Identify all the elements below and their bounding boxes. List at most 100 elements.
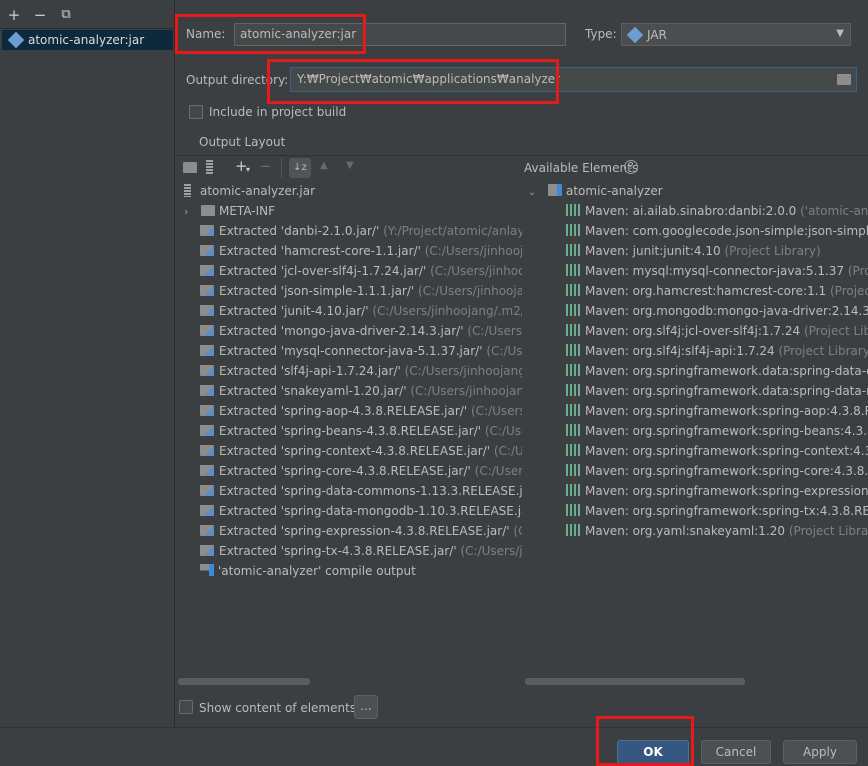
- layout-extracted-item[interactable]: Extracted 'spring-beans-4.3.8.RELEASE.ja…: [200, 421, 522, 441]
- artifact-item[interactable]: atomic-analyzer:jar: [2, 30, 173, 50]
- help-icon[interactable]: ?: [624, 160, 638, 174]
- extracted-archive-icon: [200, 445, 214, 456]
- extracted-item-label: Extracted 'slf4j-api-1.7.24.jar/': [219, 364, 401, 378]
- layout-extracted-item[interactable]: Extracted 'mongo-java-driver-2.14.3.jar/…: [200, 321, 522, 341]
- chevron-down-icon[interactable]: ⌄: [528, 183, 548, 201]
- available-library-item[interactable]: Maven: org.springframework.data:spring-d…: [566, 361, 868, 381]
- extracted-archive-icon: [200, 365, 214, 376]
- maven-library-icon: [566, 344, 580, 356]
- compile-output-label: 'atomic-analyzer' compile output: [218, 564, 416, 578]
- layout-extracted-item[interactable]: Extracted 'slf4j-api-1.7.24.jar/' (C:/Us…: [200, 361, 522, 381]
- layout-extracted-item[interactable]: Extracted 'junit-4.10.jar/' (C:/Users/ji…: [200, 301, 522, 321]
- copy-artifact-button[interactable]: ⧉: [55, 4, 77, 26]
- layout-horizontal-scrollbar[interactable]: [178, 678, 310, 685]
- available-library-item[interactable]: Maven: junit:junit:4.10 (Project Library…: [566, 241, 868, 261]
- module-folder-icon: [548, 184, 562, 196]
- library-item-label: Maven: org.hamcrest:hamcrest-core:1.1: [585, 284, 827, 298]
- browse-folder-icon[interactable]: [837, 74, 851, 85]
- extracted-item-path: (C:/Users: [513, 524, 522, 538]
- library-item-label: Maven: org.slf4j:jcl-over-slf4j:1.7.24: [585, 324, 801, 338]
- cancel-button[interactable]: Cancel: [701, 740, 771, 764]
- type-combobox[interactable]: JAR ▼: [621, 23, 851, 46]
- layout-extracted-item[interactable]: Extracted 'mysql-connector-java-5.1.37.j…: [200, 341, 522, 361]
- available-library-item[interactable]: Maven: org.springframework:spring-aop:4.…: [566, 401, 868, 421]
- layout-extracted-item[interactable]: Extracted 'spring-context-4.3.8.RELEASE.…: [200, 441, 522, 461]
- layout-extracted-item[interactable]: Extracted 'jcl-over-slf4j-1.7.24.jar/' (…: [200, 261, 522, 281]
- available-library-item[interactable]: Maven: com.googlecode.json-simple:json-s…: [566, 221, 868, 241]
- include-in-build-checkbox[interactable]: [189, 105, 203, 119]
- layout-extracted-item[interactable]: Extracted 'hamcrest-core-1.1.jar/' (C:/U…: [200, 241, 522, 261]
- layout-extracted-item[interactable]: Extracted 'spring-aop-4.3.8.RELEASE.jar/…: [200, 401, 522, 421]
- include-in-build-label: Include in project build: [209, 105, 347, 119]
- available-library-item[interactable]: Maven: org.springframework:spring-beans:…: [566, 421, 868, 441]
- available-library-item[interactable]: Maven: org.springframework:spring-expres…: [566, 481, 868, 501]
- show-content-settings-button[interactable]: ...: [354, 695, 378, 719]
- layout-extracted-item[interactable]: Extracted 'json-simple-1.1.1.jar/' (C:/U…: [200, 281, 522, 301]
- extracted-item-path: (C:/Users/jinhoojang/.m: [418, 284, 522, 298]
- show-content-checkbox[interactable]: [179, 700, 193, 714]
- remove-element-icon[interactable]: −: [259, 157, 272, 175]
- library-item-scope: (Project Library): [788, 524, 868, 538]
- available-library-item[interactable]: Maven: org.yaml:snakeyaml:1.20 (Project …: [566, 521, 868, 541]
- library-item-scope: (Project Library): [778, 344, 868, 358]
- new-folder-icon[interactable]: [183, 162, 197, 173]
- library-item-label: Maven: org.springframework.data:spring-d…: [585, 384, 868, 398]
- add-artifact-button[interactable]: +: [3, 4, 25, 26]
- available-library-item[interactable]: Maven: ai.ailab.sinabro:danbi:2.0.0 ('at…: [566, 201, 868, 221]
- extracted-archive-icon: [200, 245, 214, 256]
- layout-extracted-item[interactable]: Extracted 'snakeyaml-1.20.jar/' (C:/User…: [200, 381, 522, 401]
- available-library-item[interactable]: Maven: org.springframework:spring-tx:4.3…: [566, 501, 868, 521]
- library-item-label: Maven: com.googlecode.json-simple:json-s…: [585, 224, 868, 238]
- available-library-item[interactable]: Maven: org.springframework:spring-core:4…: [566, 461, 868, 481]
- artifacts-toolbar: + − ⧉: [0, 4, 175, 28]
- remove-artifact-button[interactable]: −: [29, 4, 51, 26]
- layout-extracted-item[interactable]: Extracted 'spring-expression-4.3.8.RELEA…: [200, 521, 522, 541]
- layout-folder-item[interactable]: › META-INF: [184, 201, 522, 221]
- available-module-item[interactable]: ⌄ atomic-analyzer: [528, 181, 868, 201]
- extracted-item-label: Extracted 'spring-expression-4.3.8.RELEA…: [219, 524, 510, 538]
- maven-library-icon: [566, 364, 580, 376]
- chevron-right-icon[interactable]: ›: [184, 202, 201, 221]
- layout-extracted-item[interactable]: Extracted 'spring-data-commons-1.13.3.RE…: [200, 481, 522, 501]
- extracted-item-label: Extracted 'spring-aop-4.3.8.RELEASE.jar/…: [219, 404, 468, 418]
- layout-extracted-item[interactable]: Extracted 'danbi-2.1.0.jar/' (Y:/Project…: [200, 221, 522, 241]
- extracted-archive-icon: [200, 345, 214, 356]
- available-library-item[interactable]: Maven: org.springframework:spring-contex…: [566, 441, 868, 461]
- maven-library-icon: [566, 264, 580, 276]
- library-item-label: Maven: junit:junit:4.10: [585, 244, 721, 258]
- available-library-item[interactable]: Maven: org.slf4j:jcl-over-slf4j:1.7.24 (…: [566, 321, 868, 341]
- highlight-box-output-directory: [267, 59, 559, 104]
- sort-elements-icon[interactable]: ↓z: [289, 158, 311, 178]
- extracted-item-path: (C:/Users/jinho: [474, 464, 522, 478]
- available-library-item[interactable]: Maven: org.slf4j:slf4j-api:1.7.24 (Proje…: [566, 341, 868, 361]
- extracted-item-path: (C:/Users/jin: [486, 344, 522, 358]
- available-library-item[interactable]: Maven: org.mongodb:mongo-java-driver:2.1…: [566, 301, 868, 321]
- extracted-item-path: (C:/Users/jinhoojang/.m2/repos: [372, 304, 522, 318]
- apply-button[interactable]: Apply: [783, 740, 857, 764]
- maven-library-icon: [566, 224, 580, 236]
- new-archive-icon[interactable]: [206, 160, 213, 174]
- move-down-icon[interactable]: ▼: [346, 160, 354, 171]
- artifacts-panel: [0, 0, 175, 728]
- available-library-item[interactable]: Maven: org.hamcrest:hamcrest-core:1.1 (P…: [566, 281, 868, 301]
- extracted-archive-icon: [200, 545, 214, 556]
- layout-extracted-item[interactable]: Extracted 'spring-tx-4.3.8.RELEASE.jar/'…: [200, 541, 522, 561]
- layout-compile-output-item[interactable]: 'atomic-analyzer' compile output: [200, 561, 522, 581]
- layout-extracted-item[interactable]: Extracted 'spring-data-mongodb-1.10.3.RE…: [200, 501, 522, 521]
- layout-folder-label: META-INF: [219, 204, 276, 218]
- extracted-item-label: Extracted 'spring-tx-4.3.8.RELEASE.jar/': [219, 544, 457, 558]
- available-horizontal-scrollbar[interactable]: [525, 678, 745, 685]
- maven-library-icon: [566, 524, 580, 536]
- maven-library-icon: [566, 464, 580, 476]
- maven-library-icon: [566, 384, 580, 396]
- available-library-item[interactable]: Maven: org.springframework.data:spring-d…: [566, 381, 868, 401]
- extracted-item-label: Extracted 'mysql-connector-java-5.1.37.j…: [219, 344, 483, 358]
- tab-output-layout[interactable]: Output Layout: [199, 135, 285, 149]
- layout-extracted-item[interactable]: Extracted 'spring-core-4.3.8.RELEASE.jar…: [200, 461, 522, 481]
- type-value: JAR: [647, 28, 667, 42]
- move-up-icon[interactable]: ▲: [320, 160, 328, 171]
- extracted-archive-icon: [200, 325, 214, 336]
- maven-library-icon: [566, 504, 580, 516]
- layout-root-item[interactable]: atomic-analyzer.jar: [184, 181, 522, 201]
- available-library-item[interactable]: Maven: mysql:mysql-connector-java:5.1.37…: [566, 261, 868, 281]
